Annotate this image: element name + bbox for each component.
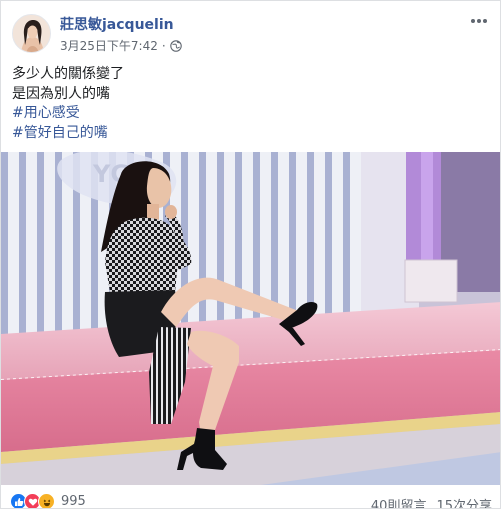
hashtag-link-2[interactable]: #管好自己的嘴: [12, 124, 124, 144]
post-timestamp[interactable]: 3月25日下午7:42: [60, 37, 158, 54]
ellipsis-dot: [477, 19, 481, 23]
ellipsis-dot: [483, 19, 487, 23]
post-author[interactable]: 莊思敏jacquelin: [60, 14, 174, 34]
globe-icon[interactable]: [169, 39, 182, 52]
caption-line-1: 多少人的關係變了: [12, 66, 124, 82]
hashtag-link-1[interactable]: #用心感受: [12, 104, 124, 124]
post-card: 莊思敏jacquelin 3月25日下午7:42 · 多少人的關係變了 是因為別…: [0, 0, 501, 509]
post-header: 莊思敏jacquelin 3月25日下午7:42 ·: [1, 1, 500, 61]
haha-icon: [38, 493, 55, 508]
post-footer: 995 40則留言 15次分享: [1, 485, 500, 508]
more-options-button[interactable]: [468, 12, 490, 30]
caption-line-2: 是因為別人的嘴: [12, 85, 110, 102]
post-caption: 多少人的關係變了 是因為別人的嘴 #用心感受 #管好自己的嘴: [12, 65, 124, 143]
dot-separator: ·: [161, 38, 166, 53]
post-meta: 3月25日下午7:42 ·: [60, 37, 182, 54]
avatar[interactable]: [12, 14, 51, 53]
ellipsis-icon: [471, 19, 475, 23]
reactions-summary[interactable]: 995: [10, 493, 86, 508]
avatar-image: [13, 15, 50, 52]
post-photo[interactable]: YG: [1, 152, 500, 485]
comments-count-link[interactable]: 40則留言: [371, 495, 427, 508]
shares-count-link[interactable]: 15次分享: [436, 495, 492, 508]
photo-illustration: YG: [1, 152, 500, 485]
post-stats: 40則留言 15次分享: [371, 495, 492, 508]
reaction-count[interactable]: 995: [61, 494, 86, 508]
